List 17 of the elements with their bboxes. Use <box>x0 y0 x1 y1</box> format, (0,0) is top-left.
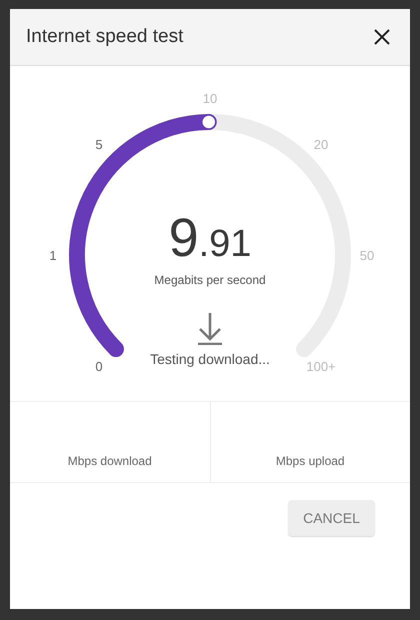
scale-label: 0 <box>95 359 103 374</box>
cancel-button[interactable]: CANCEL <box>288 500 375 536</box>
scale-label: 50 <box>360 248 374 263</box>
download-icon <box>197 313 223 345</box>
scale-label: 5 <box>95 136 103 152</box>
scale-label: 100+ <box>306 359 336 374</box>
stat-label: Mbps download <box>68 454 152 468</box>
dialog-title: Internet speed test <box>26 26 184 48</box>
status-text: Testing download... <box>150 351 270 367</box>
stat-label: Mbps upload <box>276 454 345 468</box>
scale-label: 10 <box>202 91 218 106</box>
close-button[interactable] <box>372 27 392 47</box>
scale-label: 1 <box>49 248 57 263</box>
unit-label: Megabits per second <box>154 273 266 287</box>
speed-value: 9.91 <box>168 211 252 265</box>
close-icon <box>374 29 390 45</box>
scale-label: 20 <box>314 136 328 152</box>
